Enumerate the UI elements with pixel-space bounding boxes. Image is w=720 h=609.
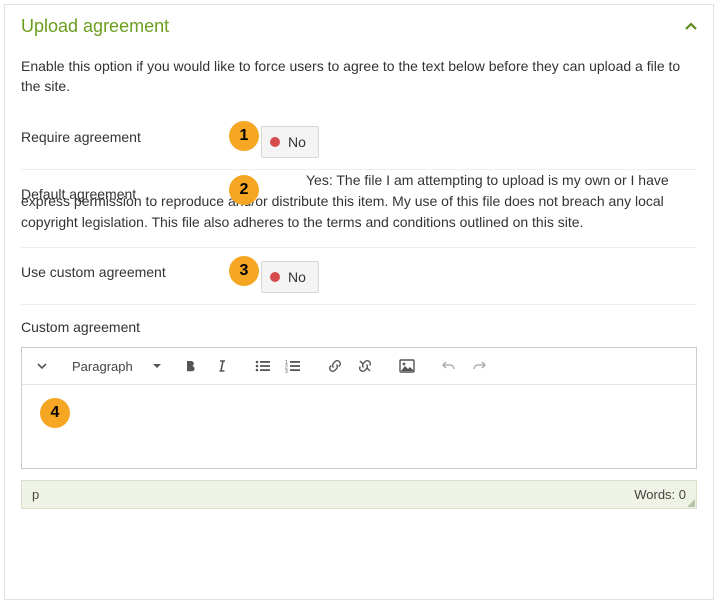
link-icon[interactable] (321, 352, 349, 380)
annotation-badge-2: 2 (229, 175, 259, 205)
editor-content[interactable]: 4 (22, 384, 696, 468)
annotation-badge-3: 3 (229, 256, 259, 286)
panel-header[interactable]: Upload agreement (5, 5, 713, 46)
editor-word-count: Words: 0 (634, 487, 686, 502)
status-dot-off-icon (270, 137, 280, 147)
bullet-list-icon[interactable] (249, 352, 277, 380)
use-custom-toggle[interactable]: No (261, 261, 319, 293)
use-custom-row: Use custom agreement 3 No (21, 248, 697, 304)
default-agreement-row: Default agreement 2 (21, 170, 697, 218)
editor-path[interactable]: p (32, 487, 39, 502)
require-agreement-value: No (288, 132, 306, 152)
redo-icon[interactable] (465, 352, 493, 380)
numbered-list-icon[interactable]: 123 (279, 352, 307, 380)
panel-title: Upload agreement (21, 16, 169, 37)
toolbar-expand-icon[interactable] (28, 352, 56, 380)
require-agreement-toggle[interactable]: No (261, 126, 319, 158)
unlink-icon[interactable] (351, 352, 379, 380)
panel-body: Enable this option if you would like to … (5, 46, 713, 509)
annotation-badge-1: 1 (229, 121, 259, 151)
editor-toolbar: Paragraph 123 (22, 348, 696, 384)
italic-icon[interactable] (207, 352, 235, 380)
chevron-up-icon[interactable] (685, 21, 697, 33)
upload-agreement-panel: Upload agreement Enable this option if y… (4, 4, 714, 600)
svg-text:3: 3 (285, 369, 288, 373)
status-dot-off-icon (270, 272, 280, 282)
intro-text: Enable this option if you would like to … (21, 46, 697, 113)
undo-icon[interactable] (435, 352, 463, 380)
editor-status-bar: p Words: 0 (21, 480, 697, 509)
require-agreement-row: Require agreement 1 No (21, 113, 697, 169)
rich-text-editor: Paragraph 123 (21, 347, 697, 469)
custom-agreement-label: Custom agreement (21, 305, 697, 343)
annotation-badge-4: 4 (40, 398, 70, 428)
require-agreement-label: Require agreement (21, 126, 261, 145)
use-custom-value: No (288, 267, 306, 287)
default-agreement-label: Default agreement (21, 183, 261, 202)
resize-handle-icon[interactable] (687, 499, 695, 507)
format-selector-value: Paragraph (72, 359, 133, 374)
image-icon[interactable] (393, 352, 421, 380)
format-selector[interactable]: Paragraph (64, 354, 169, 378)
use-custom-label: Use custom agreement (21, 261, 261, 280)
bold-icon[interactable] (177, 352, 205, 380)
